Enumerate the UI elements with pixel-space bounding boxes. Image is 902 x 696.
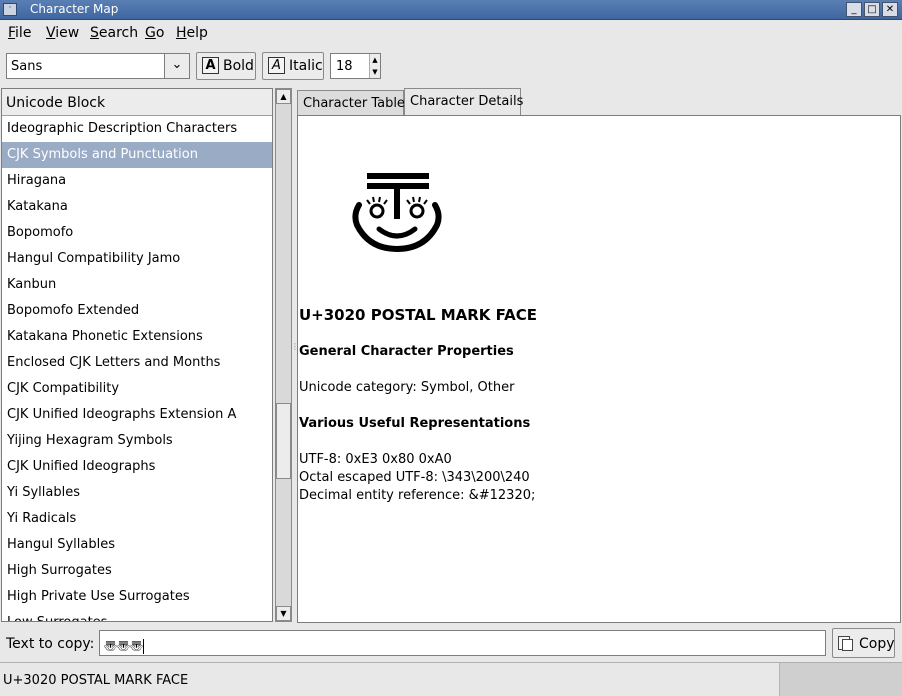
text-to-copy-input[interactable]: 〠〠〠 [99, 630, 826, 656]
unicode-block-list[interactable]: Unicode Block Ideographic Description Ch… [1, 88, 273, 622]
list-item[interactable]: Low Surrogates [2, 610, 272, 621]
copy-label: Text to copy: [6, 636, 95, 652]
italic-toggle-button[interactable]: A Italic [262, 52, 324, 80]
menu-go[interactable]: Go [145, 25, 164, 41]
chevron-down-icon[interactable]: ⌄ [164, 54, 189, 78]
character-details-panel: U+3020 POSTAL MARK FACE General Characte… [297, 115, 901, 623]
list-item[interactable]: Katakana [2, 194, 272, 220]
scroll-down-icon[interactable]: ▼ [276, 606, 291, 621]
italic-label: Italic [289, 58, 323, 74]
utf8-representation: UTF-8: 0xE3 0x80 0xA0 [299, 452, 452, 467]
list-item[interactable]: High Surrogates [2, 558, 272, 584]
status-text: U+3020 POSTAL MARK FACE [3, 673, 189, 688]
copy-text-value: 〠〠〠 [104, 640, 144, 655]
bold-icon: A [202, 57, 219, 74]
copy-button[interactable]: Copy [832, 628, 895, 658]
copy-row: Text to copy: 〠〠〠 Copy [0, 624, 902, 662]
character-name: U+3020 POSTAL MARK FACE [299, 306, 538, 324]
close-button[interactable]: ✕ [882, 2, 898, 17]
list-item[interactable]: Yi Syllables [2, 480, 272, 506]
tab-character-table[interactable]: Character Table [297, 90, 405, 115]
list-item[interactable]: CJK Compatibility [2, 376, 272, 402]
toolbar: Sans ⌄ A Bold A Italic 18 ▲ ▼ [0, 47, 902, 87]
copy-button-label: Copy [859, 636, 895, 652]
menu-file[interactable]: File [8, 25, 31, 41]
copy-icon-front [842, 639, 853, 651]
list-item[interactable]: Hiragana [2, 168, 272, 194]
list-item[interactable]: Katakana Phonetic Extensions [2, 324, 272, 350]
menu-view[interactable]: View [46, 25, 79, 41]
font-family-value: Sans [11, 59, 43, 74]
minimize-button[interactable]: _ [846, 2, 862, 17]
list-item[interactable]: CJK Unified Ideographs Extension A [2, 402, 272, 428]
list-item[interactable]: Yi Radicals [2, 506, 272, 532]
font-size-value: 18 [336, 59, 353, 74]
text-caret [143, 639, 145, 654]
list-header[interactable]: Unicode Block [2, 89, 272, 116]
general-properties-heading: General Character Properties [299, 344, 514, 359]
representations-heading: Various Useful Representations [299, 416, 531, 431]
scrollbar-thumb[interactable] [276, 403, 291, 479]
title-bar: · Character Map _ □ ✕ [0, 0, 902, 20]
list-item[interactable]: CJK Unified Ideographs [2, 454, 272, 480]
status-bar: U+3020 POSTAL MARK FACE [0, 662, 902, 696]
postal-mark-face-glyph [352, 173, 442, 253]
bold-label: Bold [223, 58, 254, 74]
list-item[interactable]: Hangul Syllables [2, 532, 272, 558]
list-item[interactable]: Enclosed CJK Letters and Months [2, 350, 272, 376]
font-family-combo[interactable]: Sans ⌄ [6, 53, 190, 79]
status-resize-area [779, 663, 902, 696]
list-item[interactable]: Yijing Hexagram Symbols [2, 428, 272, 454]
maximize-button[interactable]: □ [864, 2, 880, 17]
window-title: Character Map [30, 2, 119, 16]
spin-down-icon[interactable]: ▼ [369, 66, 380, 78]
list-item[interactable]: Kanbun [2, 272, 272, 298]
unicode-category: Unicode category: Symbol, Other [299, 380, 515, 395]
list-item[interactable]: Bopomofo Extended [2, 298, 272, 324]
bold-toggle-button[interactable]: A Bold [196, 52, 256, 80]
scroll-up-icon[interactable]: ▲ [276, 89, 291, 104]
list-item[interactable]: Bopomofo [2, 220, 272, 246]
list-item[interactable]: Hangul Compatibility Jamo [2, 246, 272, 272]
italic-icon: A [268, 57, 285, 74]
spin-up-icon[interactable]: ▲ [369, 54, 380, 66]
decimal-entity: Decimal entity reference: &#12320; [299, 488, 536, 503]
window-menu-icon[interactable]: · [3, 3, 17, 16]
octal-representation: Octal escaped UTF-8: \343\200\240 [299, 470, 530, 485]
list-item[interactable]: Ideographic Description Characters [2, 116, 272, 142]
block-list-scrollbar[interactable]: ▲ ▼ [275, 88, 292, 622]
menu-bar: File View Search Go Help [0, 20, 902, 46]
list-item[interactable]: CJK Symbols and Punctuation [2, 142, 272, 168]
tab-character-details[interactable]: Character Details [404, 88, 523, 115]
menu-help[interactable]: Help [176, 25, 208, 41]
list-item[interactable]: High Private Use Surrogates [2, 584, 272, 610]
menu-search[interactable]: Search [90, 25, 138, 41]
font-size-spinner[interactable]: 18 ▲ ▼ [330, 53, 381, 79]
